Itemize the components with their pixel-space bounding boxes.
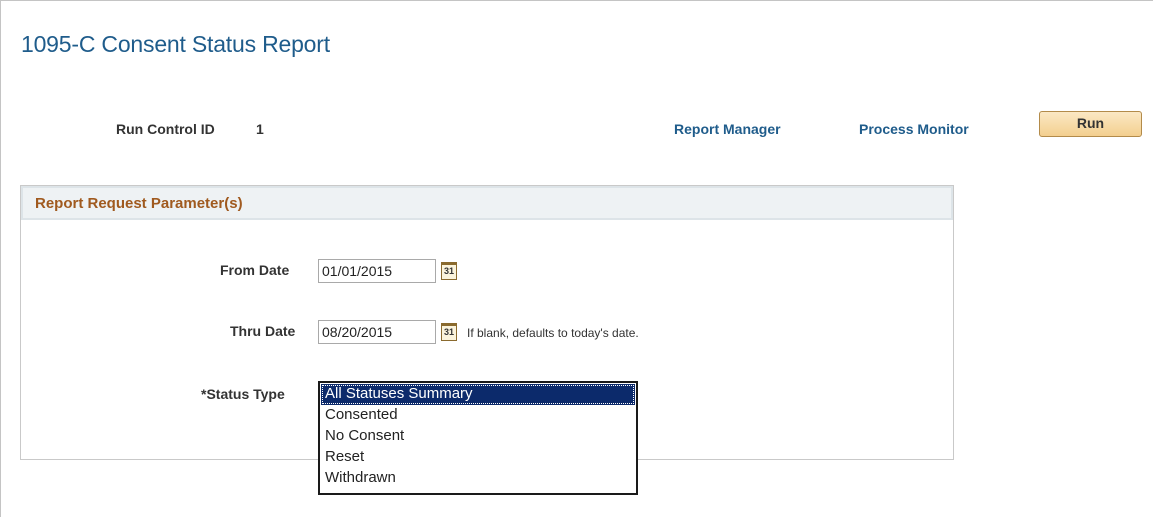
group-title: Report Request Parameter(s) — [35, 195, 243, 212]
status-option-all-statuses-summary[interactable]: All Statuses Summary — [321, 384, 635, 405]
from-date-input[interactable]: 01/01/2015 — [318, 259, 436, 283]
status-option-no-consent[interactable]: No Consent — [321, 426, 635, 447]
report-manager-link[interactable]: Report Manager — [674, 121, 781, 137]
calendar-icon[interactable]: 31 — [441, 262, 457, 280]
status-option-withdrawn[interactable]: Withdrawn — [321, 468, 635, 489]
page-title: 1095-C Consent Status Report — [21, 31, 330, 57]
page-border-left — [0, 0, 1, 517]
calendar-icon[interactable]: 31 — [441, 323, 457, 341]
page-border-top — [0, 0, 1153, 1]
run-control-id-value: 1 — [256, 121, 264, 137]
run-button[interactable]: Run — [1039, 111, 1142, 137]
run-control-id-label: Run Control ID — [116, 121, 215, 137]
thru-date-hint: If blank, defaults to today's date. — [467, 326, 639, 340]
from-date-label: From Date — [220, 262, 290, 278]
process-monitor-link[interactable]: Process Monitor — [859, 121, 969, 137]
group-header: Report Request Parameter(s) — [21, 186, 953, 220]
thru-date-input[interactable]: 08/20/2015 — [318, 320, 436, 344]
status-type-listbox[interactable]: All Statuses Summary Consented No Consen… — [318, 381, 638, 495]
status-option-consented[interactable]: Consented — [321, 405, 635, 426]
status-option-reset[interactable]: Reset — [321, 447, 635, 468]
thru-date-label: Thru Date — [230, 323, 296, 339]
status-type-label: *Status Type — [201, 386, 285, 402]
